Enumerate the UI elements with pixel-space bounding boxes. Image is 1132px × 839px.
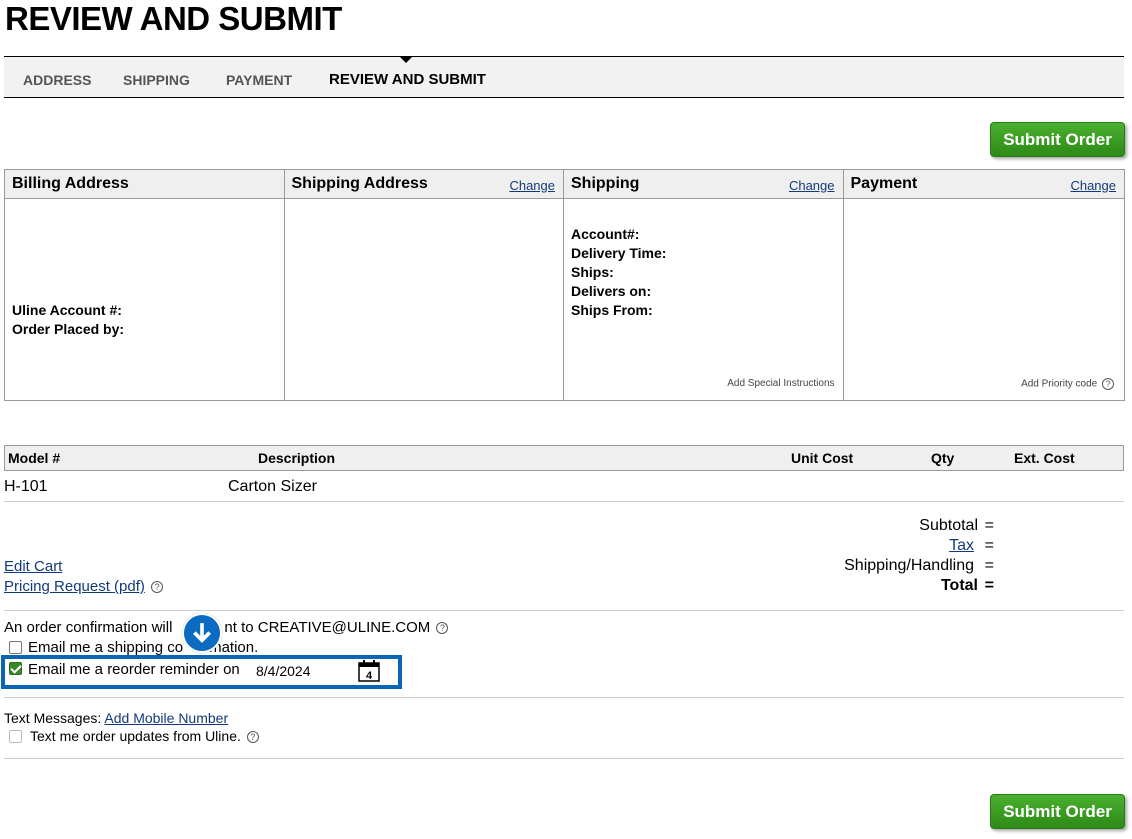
reorder-reminder-checkbox[interactable] <box>9 662 22 675</box>
text-updates-label: Text me order updates from Uline. <box>30 728 241 744</box>
shipping-address-heading: Shipping Address <box>291 175 428 192</box>
payment-heading: Payment <box>850 175 918 192</box>
order-confirmation-text: An order confirmation will nt to CREATIVE… <box>4 619 449 636</box>
pricing-request: Pricing Request (pdf) ? <box>4 578 164 595</box>
reorder-date-input[interactable]: 8/4/2024 <box>256 663 311 679</box>
order-placed-by-label: Order Placed by: <box>12 321 125 337</box>
delivers-on-label: Delivers on: <box>571 283 652 299</box>
tax-link[interactable]: Tax <box>949 537 974 555</box>
payment-column: Payment Change Add Priority code ? <box>843 170 1124 400</box>
confirmation-suffix: nt to CREATIVE@ULINE.COM <box>224 619 431 636</box>
total-label: Total <box>940 577 978 594</box>
qty-column-header: Qty <box>931 450 955 466</box>
page-title: REVIEW AND SUBMIT <box>5 0 342 37</box>
edit-cart-link[interactable]: Edit Cart <box>4 558 62 575</box>
step-address[interactable]: ADDRESS <box>23 72 91 88</box>
submit-order-button-top[interactable]: Submit Order <box>990 122 1125 157</box>
add-special-instructions-link[interactable]: Add Special Instructions <box>727 378 834 389</box>
text-updates: Text me order updates from Uline. ? <box>30 728 259 744</box>
unit-cost-column-header: Unit Cost <box>791 450 854 466</box>
shipping-handling-label: Shipping/Handling <box>844 557 974 574</box>
shipping-heading: Shipping <box>571 175 640 192</box>
text-messages-row: Text Messages: Add Mobile Number <box>4 710 228 726</box>
arrow-down-circle-icon <box>182 613 222 653</box>
subtotal-label: Subtotal <box>919 517 978 534</box>
subtotal-eq: = <box>984 517 994 534</box>
confirmation-prefix: An order confirmation will <box>4 619 173 636</box>
step-payment[interactable]: PAYMENT <box>226 72 292 88</box>
billing-address-heading: Billing Address <box>12 175 129 192</box>
total-eq: = <box>984 577 994 594</box>
divider <box>4 697 1124 698</box>
reorder-reminder-label: Email me a reorder reminder on <box>28 661 240 678</box>
item-model: H-101 <box>4 478 48 495</box>
shipping-confirmation-text: Email me a shipping co <box>28 639 184 656</box>
question-circle-icon[interactable]: ? <box>246 731 259 744</box>
items-table-header: Model # Description Unit Cost Qty Ext. C… <box>4 445 1124 471</box>
checkout-steps: ADDRESS SHIPPING PAYMENT REVIEW AND SUBM… <box>4 56 1124 98</box>
submit-order-button-bottom[interactable]: Submit Order <box>990 794 1125 829</box>
divider <box>4 501 1124 502</box>
change-shipping-link[interactable]: Change <box>789 178 835 193</box>
step-review-and-submit[interactable]: REVIEW AND SUBMIT <box>329 71 486 88</box>
change-shipping-address-link[interactable]: Change <box>509 178 555 193</box>
shipping-handling-eq: = <box>984 557 994 574</box>
pricing-request-link[interactable]: Pricing Request (pdf) <box>4 578 145 595</box>
question-circle-icon[interactable]: ? <box>1102 378 1114 390</box>
add-priority-code[interactable]: Add Priority code ? <box>1021 378 1114 390</box>
model-column-header: Model # <box>8 450 61 466</box>
shipping-column: Shipping Change Account#: Delivery Time:… <box>564 170 844 400</box>
text-messages-label: Text Messages: <box>4 710 102 726</box>
calendar-icon[interactable]: 4 <box>358 660 380 682</box>
shipping-confirmation-label: Email me a shipping co mation. <box>28 639 258 656</box>
uline-account-label: Uline Account #: <box>12 302 122 318</box>
item-description: Carton Sizer <box>228 478 317 495</box>
shipping-address-column: Shipping Address Change <box>284 170 564 400</box>
divider <box>4 610 1124 611</box>
order-summary-table: Billing Address Uline Account #: Order P… <box>4 169 1125 401</box>
question-circle-icon[interactable]: ? <box>436 622 449 635</box>
calendar-day: 4 <box>366 670 373 682</box>
tax-eq: = <box>984 537 994 554</box>
billing-address-column: Billing Address Uline Account #: Order P… <box>5 170 285 400</box>
add-priority-code-link[interactable]: Add Priority code <box>1021 379 1097 390</box>
ships-label: Ships: <box>571 264 614 280</box>
add-mobile-number-link[interactable]: Add Mobile Number <box>104 710 228 726</box>
ships-from-label: Ships From: <box>571 302 653 318</box>
question-circle-icon[interactable]: ? <box>151 581 164 594</box>
step-shipping[interactable]: SHIPPING <box>123 72 190 88</box>
shipping-confirmation-checkbox[interactable] <box>9 641 22 654</box>
caret-down-icon <box>399 56 413 63</box>
change-payment-link[interactable]: Change <box>1070 178 1116 193</box>
delivery-time-label: Delivery Time: <box>571 245 667 261</box>
divider <box>4 758 1124 759</box>
shipping-account-label: Account#: <box>571 226 640 242</box>
text-updates-checkbox[interactable] <box>9 730 22 743</box>
ext-cost-column-header: Ext. Cost <box>1014 450 1075 466</box>
description-column-header: Description <box>258 450 336 466</box>
